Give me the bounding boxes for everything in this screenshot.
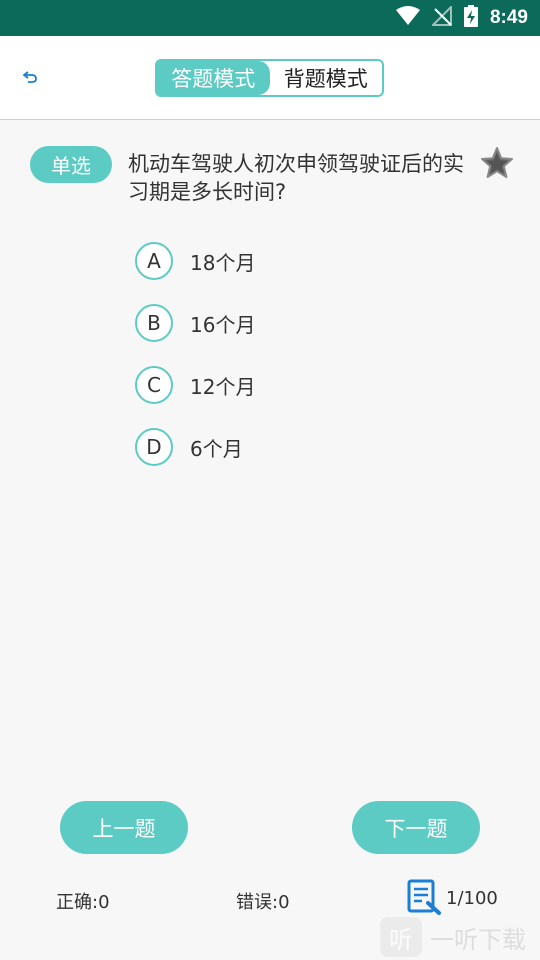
no-signal-icon bbox=[430, 4, 452, 30]
option-text: 12个月 bbox=[190, 374, 256, 399]
option-letter: A bbox=[135, 242, 173, 280]
wifi-icon bbox=[395, 6, 420, 30]
status-time: 8:49 bbox=[489, 7, 528, 28]
tab-answer-mode[interactable]: 答题模式 bbox=[157, 61, 270, 95]
status-bar: 8:49 bbox=[0, 0, 540, 36]
option-text: 18个月 bbox=[190, 250, 256, 275]
wrong-count: 错误:0 bbox=[236, 892, 290, 913]
option-letter: B bbox=[135, 304, 173, 342]
option-text: 16个月 bbox=[190, 312, 256, 337]
back-arrow-icon bbox=[23, 71, 37, 83]
favorite-button[interactable] bbox=[480, 146, 514, 180]
watermark: 听 一听下载 bbox=[380, 914, 540, 960]
question-text: 机动车驾驶人初次申领驾驶证后的实习期是多长时间? bbox=[128, 152, 464, 204]
header: 答题模式 背题模式 bbox=[0, 36, 540, 120]
battery-charging-icon bbox=[463, 5, 478, 31]
answer-sheet-icon bbox=[407, 879, 441, 915]
option-letter: C bbox=[135, 366, 173, 404]
option-text: 6个月 bbox=[190, 436, 243, 461]
answer-sheet-button[interactable] bbox=[406, 879, 442, 915]
question-type-badge: 单选 bbox=[30, 146, 112, 183]
option-b[interactable]: B 16个月 bbox=[135, 304, 255, 342]
next-question-button[interactable]: 下一题 bbox=[352, 801, 480, 854]
back-button[interactable] bbox=[20, 66, 40, 88]
option-c[interactable]: C 12个月 bbox=[135, 366, 255, 404]
option-a[interactable]: A 18个月 bbox=[135, 242, 255, 280]
mode-switch: 答题模式 背题模式 bbox=[155, 59, 384, 97]
option-d[interactable]: D 6个月 bbox=[135, 428, 243, 466]
progress-count: 1/100 bbox=[446, 888, 498, 909]
option-letter: D bbox=[135, 428, 173, 466]
correct-count: 正确:0 bbox=[56, 892, 110, 913]
watermark-text: 一听下载 bbox=[430, 925, 526, 954]
prev-question-button[interactable]: 上一题 bbox=[60, 801, 188, 854]
star-icon bbox=[481, 147, 513, 178]
watermark-logo: 听 bbox=[380, 917, 422, 957]
tab-memorize-mode[interactable]: 背题模式 bbox=[270, 61, 383, 95]
